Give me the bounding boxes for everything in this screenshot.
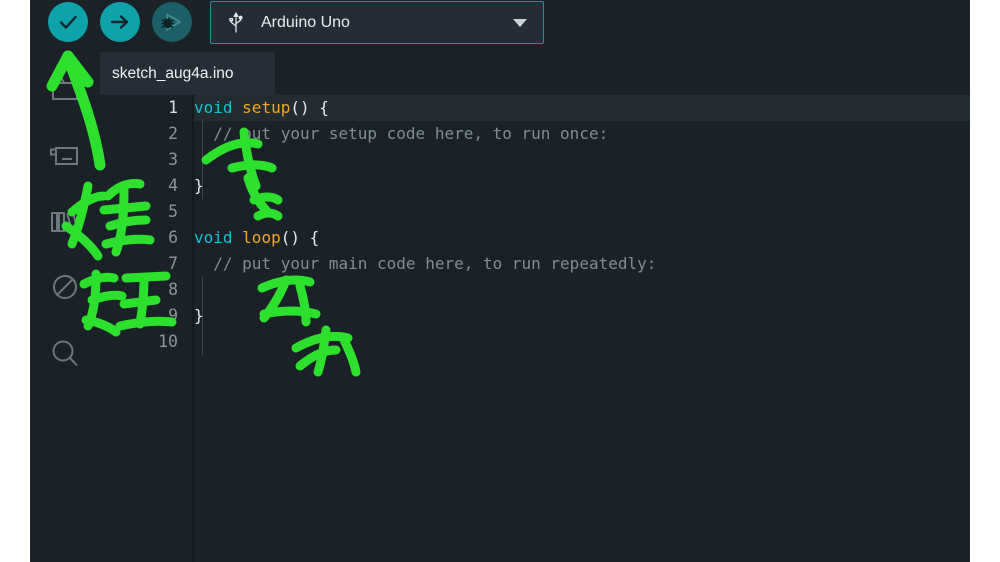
code-token: // put your setup code here, to run once… [194,124,609,143]
folder-icon [52,78,78,100]
line-number: 2 [168,124,178,143]
arrow-right-icon [110,15,129,29]
sidebar-item-search[interactable] [30,326,100,380]
code-token: setup [242,98,291,117]
indent-guide [202,277,203,355]
debug-button[interactable] [152,2,192,42]
usb-icon [223,11,249,35]
code-line[interactable]: // put your main code here, to run repea… [194,251,656,277]
circle-slash-icon [53,275,77,299]
line-number: 3 [168,150,178,169]
line-number: 7 [168,254,178,273]
toolbar: Arduino Uno [30,0,970,52]
line-number: 4 [168,176,178,195]
code-content[interactable]: void setup() { // put your setup code he… [194,95,970,562]
code-token: () { [280,228,320,247]
line-number: 10 [158,332,178,351]
code-token: void [194,98,233,117]
chevron-down-icon [513,18,527,27]
code-editor[interactable]: 1 2 3 4 5 6 7 8 9 10 void setup() { // put your s… [100,95,970,562]
line-number: 9 [168,306,178,325]
board-selector-value: Arduino Uno [261,13,350,31]
check-icon [59,15,77,29]
code-token: loop [242,228,281,247]
upload-button[interactable] [100,2,140,42]
tab-bar: sketch_aug4a.ino [100,52,970,95]
sidebar-item-sketchbook[interactable] [30,62,100,116]
board-selector[interactable]: Arduino Uno [210,1,544,44]
line-number: 8 [168,280,178,299]
tab-label: sketch_aug4a.ino [112,64,234,82]
board-chip-icon [50,147,78,165]
tab-sketch-ino[interactable]: sketch_aug4a.ino [100,52,275,95]
code-line[interactable]: void loop() { [194,225,319,251]
code-token: () { [290,98,329,117]
sidebar [30,52,100,562]
line-number: 1 [168,98,178,117]
arduino-ide-window: Arduino Uno sketch_aug4a.ino 1 2 3 4 5 6… [30,0,970,562]
verify-button[interactable] [48,2,88,42]
indent-guide [202,121,203,199]
books-icon [51,211,79,233]
code-line[interactable]: void setup() { [194,95,970,121]
sidebar-item-debug[interactable] [30,260,100,314]
debug-bug-play-icon [161,13,181,31]
sidebar-item-library-manager[interactable] [30,194,100,248]
line-number: 6 [168,228,178,247]
magnifier-icon [52,340,78,367]
line-number: 5 [168,202,178,221]
code-token: void [194,228,233,247]
code-token: // put your main code here, to run repea… [194,254,657,273]
code-line[interactable]: // put your setup code here, to run once… [194,121,608,147]
line-number-gutter: 1 2 3 4 5 6 7 8 9 10 [100,95,194,562]
sidebar-item-boards-manager[interactable] [30,128,100,182]
